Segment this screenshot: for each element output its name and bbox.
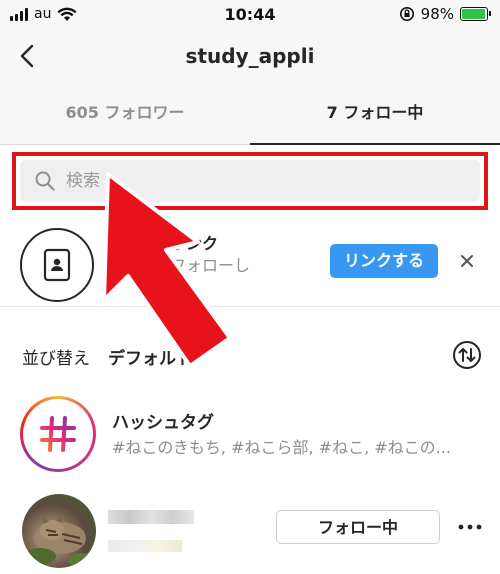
- tab-bar: 605 フォロワー 7 フォロー中: [0, 84, 500, 145]
- sort-row: 並び替え デフォルト: [0, 336, 500, 376]
- hashtags-row[interactable]: ハッシュタグ #ねこのきもち, #ねこら部, #ねこ, #ねこの...: [0, 394, 500, 474]
- contacts-subtitle: をフォローし: [154, 256, 251, 275]
- user-avatar[interactable]: [22, 494, 96, 568]
- tab-following[interactable]: 7 フォロー中: [250, 84, 500, 145]
- following-user-row: フォロー中: [0, 490, 500, 574]
- page-title: study_appli: [185, 44, 315, 68]
- following-button[interactable]: フォロー中: [276, 510, 440, 544]
- blurred-username: [108, 510, 194, 524]
- contacts-title: をリンク: [154, 234, 219, 253]
- contacts-avatar: [20, 228, 94, 302]
- status-bar: au 10:44 98%: [0, 0, 500, 30]
- close-icon[interactable]: [456, 250, 478, 272]
- more-options-icon[interactable]: [456, 520, 484, 534]
- sort-toggle-icon[interactable]: [452, 340, 482, 370]
- link-contacts-button[interactable]: リンクする: [330, 244, 438, 278]
- hashtags-subtitle: #ねこのきもち, #ねこら部, #ねこ, #ねこの...: [112, 438, 451, 457]
- cat-photo: [24, 514, 96, 567]
- hashtags-title: ハッシュタグ: [112, 413, 214, 433]
- hashtag-icon: [40, 416, 76, 452]
- hashtag-avatar: [20, 396, 96, 472]
- battery-percent: 98%: [420, 5, 454, 23]
- search-bar[interactable]: [20, 160, 480, 202]
- sort-value[interactable]: デフォルト: [108, 344, 193, 369]
- contact-book-icon: [43, 248, 71, 282]
- sort-label: 並び替え: [22, 349, 90, 369]
- search-icon: [35, 171, 55, 191]
- battery-icon: [460, 7, 491, 21]
- search-input[interactable]: [64, 170, 448, 192]
- contacts-link-row: をリンク をフォローし リンクする: [0, 220, 500, 307]
- orientation-lock-icon: [399, 7, 414, 21]
- blurred-fullname: [108, 540, 182, 552]
- tab-followers[interactable]: 605 フォロワー: [0, 84, 250, 144]
- status-right: 98%: [399, 5, 491, 23]
- search-highlight-frame: [12, 152, 488, 210]
- nav-bar: study_appli: [0, 30, 500, 84]
